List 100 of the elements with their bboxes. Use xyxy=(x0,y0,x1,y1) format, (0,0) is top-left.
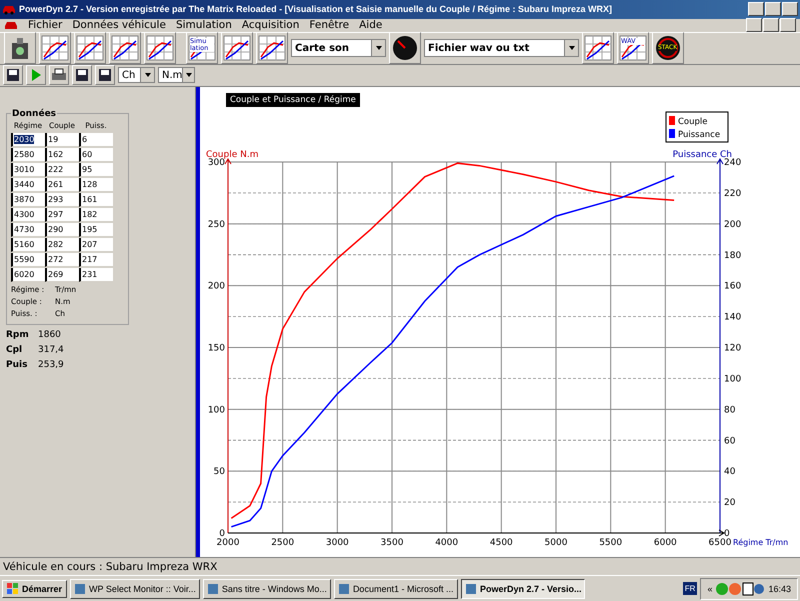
toolbar-button[interactable] xyxy=(39,32,71,64)
language-indicator[interactable]: FR xyxy=(682,582,698,596)
table-cell[interactable]: 272 xyxy=(45,252,79,267)
chart-icon xyxy=(41,35,69,62)
x-tick-label: 5500 xyxy=(599,538,622,548)
table-cell[interactable]: 19 xyxy=(45,132,79,147)
table-cell[interactable]: 60 xyxy=(79,148,113,162)
table-cell[interactable]: 217 xyxy=(79,252,113,267)
start-button[interactable]: Démarrer xyxy=(2,580,68,598)
toolbar-button[interactable] xyxy=(49,65,69,86)
table-cell[interactable]: 290 xyxy=(45,222,79,237)
menu-item[interactable]: Fenêtre xyxy=(309,19,350,32)
expand-tray-button[interactable]: « xyxy=(707,584,712,594)
table-cell[interactable]: 128 xyxy=(79,178,113,192)
restore-button[interactable] xyxy=(763,18,779,32)
toolbar-button[interactable] xyxy=(256,32,288,64)
toolbar-button[interactable] xyxy=(144,32,176,64)
y2-tick-label: 20 xyxy=(724,498,736,508)
table-cell[interactable]: 4730 xyxy=(11,222,45,237)
table-cell[interactable]: 5160 xyxy=(11,238,45,252)
x-tick-label: 2500 xyxy=(271,538,294,548)
x-tick-label: 4000 xyxy=(435,538,458,548)
table-cell[interactable]: 3870 xyxy=(11,192,45,207)
toolbar-button[interactable] xyxy=(74,32,106,64)
y2-tick-label: 140 xyxy=(724,312,742,322)
toolbar-button[interactable] xyxy=(4,32,36,64)
table-cell[interactable]: 3010 xyxy=(11,162,45,177)
minimize-button[interactable] xyxy=(748,2,764,16)
table-cell[interactable]: 195 xyxy=(79,222,113,237)
table-cell[interactable]: 161 xyxy=(79,192,113,207)
toolbar-button[interactable] xyxy=(72,65,92,86)
table-cell[interactable]: 162 xyxy=(45,148,79,162)
table-cell[interactable]: 293 xyxy=(45,192,79,207)
y2-tick-label: 220 xyxy=(724,188,742,198)
y-tick-label: 100 xyxy=(208,404,225,415)
table-cell[interactable]: 222 xyxy=(45,162,79,177)
dropdown[interactable]: Carte son xyxy=(291,39,386,58)
table-cell[interactable]: 231 xyxy=(79,268,113,282)
dropdown[interactable]: N.m xyxy=(158,67,195,84)
close-button[interactable] xyxy=(782,2,798,16)
toolbar-button[interactable] xyxy=(95,65,115,86)
tray-icons[interactable] xyxy=(715,582,766,596)
menu-item[interactable]: Acquisition xyxy=(242,19,300,32)
table-cell[interactable]: 182 xyxy=(79,208,113,222)
readout-value: 317,4 xyxy=(38,344,64,355)
y2-tick-label: 160 xyxy=(724,281,742,292)
y-tick-label: 50 xyxy=(214,466,225,477)
taskbar-button[interactable]: Document1 - Microsoft ... xyxy=(334,578,458,599)
table-cell[interactable]: 207 xyxy=(79,238,113,252)
menu-item[interactable]: Aide xyxy=(359,19,382,32)
readout-label: Rpm xyxy=(6,330,28,340)
table-cell[interactable]: 269 xyxy=(45,268,79,282)
toolbar-button[interactable] xyxy=(109,32,141,64)
menu-item[interactable]: Données véhicule xyxy=(72,19,166,32)
y-tick-label: 250 xyxy=(208,219,225,230)
x-tick-label: 6000 xyxy=(654,538,677,548)
table-cell[interactable]: 6020 xyxy=(11,268,45,282)
dropdown[interactable]: Ch xyxy=(118,67,155,84)
menu-item[interactable]: Fichier xyxy=(28,19,62,32)
toolbar-button[interactable] xyxy=(3,65,23,86)
close-button[interactable] xyxy=(780,18,796,32)
readout-label: Cpl xyxy=(6,344,24,355)
minimize-button[interactable] xyxy=(746,18,762,32)
toolbar-button[interactable] xyxy=(389,32,421,64)
table-cell[interactable]: 297 xyxy=(45,208,79,222)
table-cell[interactable]: 2580 xyxy=(11,148,45,162)
y-axis-title: Couple N.m xyxy=(206,150,258,160)
app-icon xyxy=(338,582,350,595)
save-icon xyxy=(6,68,20,82)
y-tick-label: 150 xyxy=(208,343,225,354)
clock: 16:43 xyxy=(768,584,791,594)
chart-icon xyxy=(146,35,174,62)
dropdown[interactable]: Fichier wav ou txt xyxy=(424,39,579,58)
restore-button[interactable] xyxy=(765,2,781,16)
table-cell[interactable]: 4300 xyxy=(11,208,45,222)
y2-tick-label: 240 xyxy=(724,158,742,168)
x-tick-label: 3500 xyxy=(380,538,404,548)
y2-tick-label: 0 xyxy=(724,528,730,539)
table-cell[interactable]: 3440 xyxy=(11,178,45,192)
windows-logo-icon xyxy=(7,582,19,595)
table-cell[interactable]: 95 xyxy=(79,162,113,177)
x-tick-label: 2000 xyxy=(216,538,240,548)
table-cell[interactable]: 5590 xyxy=(11,252,45,267)
x-tick-label: 4500 xyxy=(490,538,513,548)
toolbar-button[interactable] xyxy=(582,32,614,64)
table-cell[interactable]: 261 xyxy=(45,178,79,192)
toolbar-button[interactable] xyxy=(221,32,253,64)
table-cell[interactable]: 282 xyxy=(45,238,79,252)
menu-item[interactable]: Simulation xyxy=(176,19,232,32)
table-cell[interactable]: 6 xyxy=(79,132,113,147)
table-cell[interactable]: 2030 xyxy=(11,132,45,147)
x-axis-title: Régime Tr/mn xyxy=(733,538,788,547)
taskbar-button[interactable]: WP Select Monitor :: Voir... xyxy=(70,578,200,599)
printer-icon xyxy=(51,68,67,82)
x-tick-label: 3000 xyxy=(326,538,349,548)
readout-label: Puis xyxy=(6,360,28,370)
chart-icon xyxy=(223,35,251,62)
taskbar-button[interactable]: PowerDyn 2.7 - Versio... xyxy=(460,578,586,599)
taskbar-button[interactable]: Sans titre - Windows Mo... xyxy=(202,578,331,599)
chart-title: Couple et Puissance / Régime xyxy=(226,92,360,107)
